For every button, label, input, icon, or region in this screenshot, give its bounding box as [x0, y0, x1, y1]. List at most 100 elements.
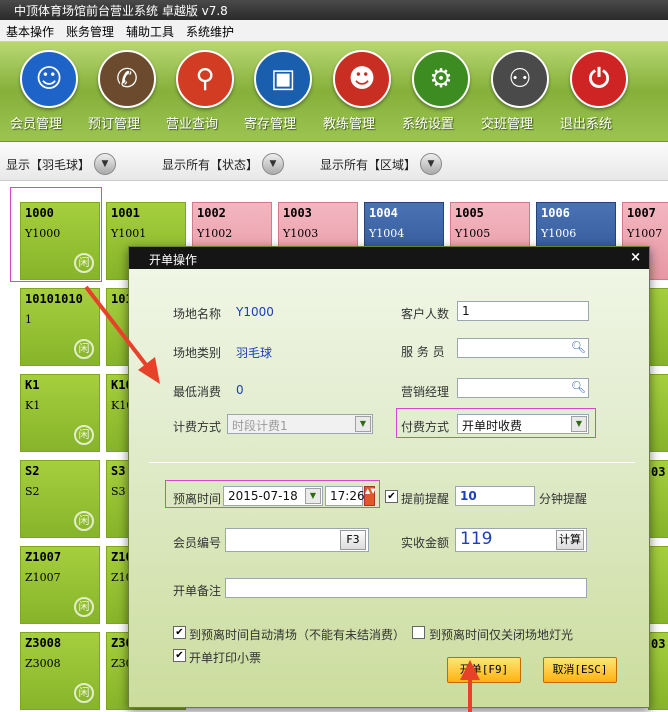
- billing-method-select[interactable]: 时段计费1 ▼: [227, 414, 373, 434]
- system-settings-button[interactable]: ⚙ 系统设置: [402, 50, 480, 132]
- tile-number: 1002: [197, 206, 226, 220]
- coach-management-button[interactable]: ☻ 教练管理: [323, 50, 401, 132]
- tool-label: 退出系统: [560, 117, 613, 132]
- menu-bar: 基本操作 账务管理 辅助工具 系统维护: [0, 20, 668, 42]
- cancel-button[interactable]: 取消[ESC]: [543, 657, 617, 683]
- remind-label: 提前提醒: [401, 492, 450, 506]
- member-number-input[interactable]: F3: [225, 528, 369, 552]
- menu-basic-ops[interactable]: 基本操作: [6, 23, 54, 41]
- venue-tile[interactable]: [648, 374, 668, 452]
- chevron-down-icon[interactable]: ▼: [355, 416, 371, 432]
- chevron-down-icon[interactable]: ▼: [94, 153, 117, 175]
- sales-manager-input[interactable]: 🔍︎: [457, 378, 589, 398]
- coach-icon: ☻: [333, 50, 391, 108]
- lights-off-label: 到预离时间仅关闭场地灯光: [429, 628, 574, 642]
- chevron-down-icon[interactable]: ▼: [305, 488, 321, 504]
- guest-count-label: 客户人数: [401, 307, 450, 321]
- tile-code: K1: [25, 399, 41, 412]
- remark-label: 开单备注: [173, 584, 222, 598]
- chevron-down-icon[interactable]: ▼: [571, 416, 587, 432]
- chevron-down-icon[interactable]: ▼: [262, 153, 285, 175]
- lights-off-checkbox[interactable]: [412, 626, 425, 639]
- venue-tile[interactable]: Z1007 Z1007 闲: [20, 546, 100, 624]
- menu-accounts[interactable]: 账务管理: [66, 23, 114, 41]
- venue-name-value: Y1000: [236, 305, 274, 319]
- venue-tile[interactable]: S2 S2 闲: [20, 460, 100, 538]
- leave-clock-input[interactable]: 17:26: [325, 486, 365, 506]
- time-spinner-icon[interactable]: ▲▼: [364, 486, 376, 506]
- guest-count-value: 1: [462, 304, 470, 318]
- tile-number: Z1007: [25, 550, 62, 564]
- tile-number: 1001: [111, 206, 140, 220]
- venue-type-value: 羽毛球: [236, 346, 273, 360]
- menu-tools[interactable]: 辅助工具: [126, 23, 174, 41]
- tile-number: Z3008: [25, 636, 62, 650]
- print-ticket-checkbox[interactable]: ✔: [173, 649, 186, 662]
- idle-stamp-icon: 闲: [74, 683, 94, 703]
- tile-code: Y1002: [197, 227, 233, 240]
- idle-stamp-icon: 闲: [74, 511, 94, 531]
- payment-method-label: 付费方式: [401, 420, 450, 434]
- venue-tile[interactable]: Z3008 Z3008 闲: [20, 632, 100, 710]
- gear-icon: ⚙: [412, 50, 470, 108]
- search-icon: ⚲: [176, 50, 234, 108]
- close-icon[interactable]: ×: [630, 250, 641, 265]
- exit-system-button[interactable]: ⏻ 退出系统: [560, 50, 638, 132]
- member-lookup-button[interactable]: F3: [340, 530, 366, 550]
- calculate-button[interactable]: 计算: [556, 530, 584, 550]
- member-number-label: 会员编号: [173, 536, 222, 550]
- power-icon: ⏻: [570, 50, 628, 108]
- chevron-down-icon[interactable]: ▼: [420, 153, 443, 175]
- venue-tile[interactable]: 10101010 1 闲: [20, 288, 100, 366]
- venue-type-label: 场地类别: [173, 346, 222, 360]
- tile-number: S2: [25, 464, 40, 478]
- tile-code: Y1003: [283, 227, 319, 240]
- tile-number: 03: [651, 637, 666, 651]
- booking-management-button[interactable]: ✆ 预订管理: [88, 50, 166, 132]
- payment-method-select[interactable]: 开单时收费 ▼: [457, 414, 589, 434]
- filter-bar: 显示【羽毛球】 ▼ 显示所有【状态】 ▼ 显示所有【区域】 ▼: [0, 143, 668, 181]
- shift-management-button[interactable]: ⚇ 交班管理: [481, 50, 559, 132]
- tile-number: 03: [651, 465, 666, 479]
- tile-number: 1007: [627, 206, 656, 220]
- tool-label: 交班管理: [481, 117, 534, 132]
- venue-tile[interactable]: [648, 546, 668, 624]
- venue-tile[interactable]: 03: [648, 632, 668, 710]
- phone-icon: ✆: [98, 50, 156, 108]
- section-divider: [149, 462, 635, 463]
- tile-number: 1004: [369, 206, 398, 220]
- selected-tile-highlight: [10, 187, 102, 282]
- min-charge-value: 0: [236, 383, 244, 397]
- filter-label: 显示所有【区域】: [320, 157, 417, 172]
- leave-clock-value: 17:26: [330, 489, 365, 503]
- venue-tile[interactable]: [648, 288, 668, 366]
- status-filter[interactable]: 显示所有【状态】 ▼: [162, 153, 285, 175]
- remind-minutes-input[interactable]: 10: [455, 486, 535, 506]
- billing-method-value: 时段计费1: [232, 419, 288, 433]
- area-filter[interactable]: 显示所有【区域】 ▼: [320, 153, 443, 175]
- member-icon: ☺: [20, 50, 78, 108]
- storage-management-button[interactable]: ▣ 寄存管理: [244, 50, 322, 132]
- venue-tile[interactable]: K1 K1 闲: [20, 374, 100, 452]
- venue-tile[interactable]: 03: [648, 460, 668, 538]
- business-query-button[interactable]: ⚲ 营业查询: [166, 50, 244, 132]
- leave-date-picker[interactable]: 2015-07-18 ▼: [223, 486, 323, 506]
- tool-label: 预订管理: [88, 117, 141, 132]
- search-icon[interactable]: 🔍︎: [571, 380, 586, 394]
- waiter-input[interactable]: 🔍︎: [457, 338, 589, 358]
- tile-code: S2: [25, 485, 40, 498]
- search-icon[interactable]: 🔍︎: [571, 340, 586, 354]
- received-amount-input[interactable]: 119 计算: [455, 528, 587, 552]
- menu-system[interactable]: 系统维护: [186, 23, 234, 41]
- received-amount-label: 实收金额: [401, 536, 450, 550]
- guest-count-input[interactable]: 1: [457, 301, 589, 321]
- tile-number: S3: [111, 464, 126, 478]
- auto-clear-checkbox[interactable]: ✔: [173, 626, 186, 639]
- open-order-dialog: 开单操作 × 场地名称 Y1000 场地类别 羽毛球 最低消费 0 计费方式 时…: [128, 246, 650, 708]
- remark-input[interactable]: [225, 578, 587, 598]
- tile-number: K1: [25, 378, 40, 392]
- member-management-button[interactable]: ☺ 会员管理: [10, 50, 88, 132]
- open-order-button[interactable]: 开单[F9]: [447, 657, 521, 683]
- remind-checkbox[interactable]: ✔: [385, 490, 398, 503]
- sport-filter[interactable]: 显示【羽毛球】 ▼: [6, 153, 117, 175]
